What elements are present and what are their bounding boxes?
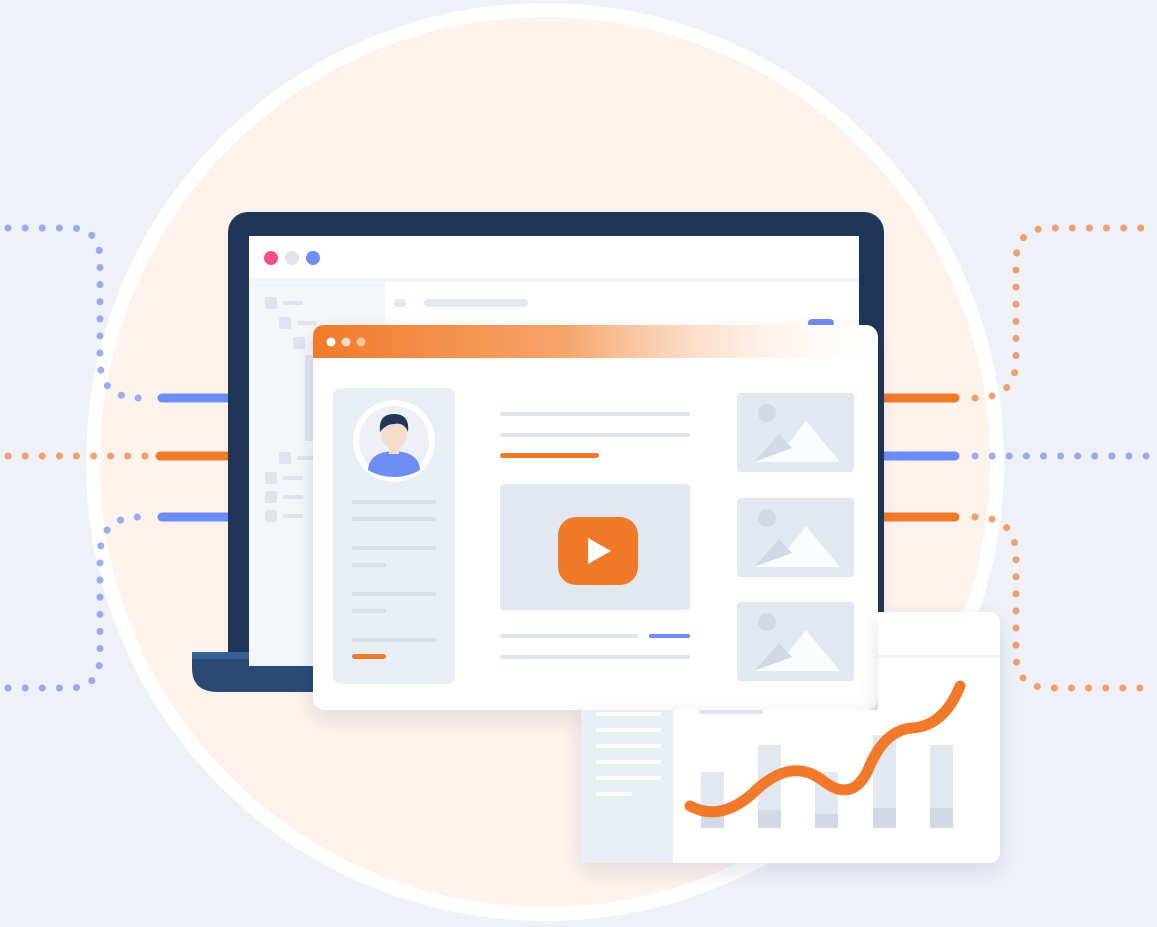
front-browser-window [313,325,878,710]
image-placeholder-icon [737,393,854,472]
laptop-web-illustration [4,3,1154,921]
window-dot-2 [341,337,351,347]
close-dot [264,251,278,265]
profile-card [333,388,455,684]
window-dot-1 [326,337,336,347]
maximize-dot [306,251,320,265]
image-placeholder-icon [737,602,854,681]
play-icon[interactable] [558,517,638,585]
image-placeholder-icon [737,498,854,577]
illustration-scene [0,0,1157,927]
window-dot-3 [356,337,366,347]
minimize-dot [285,251,299,265]
image-placeholders [737,393,854,681]
